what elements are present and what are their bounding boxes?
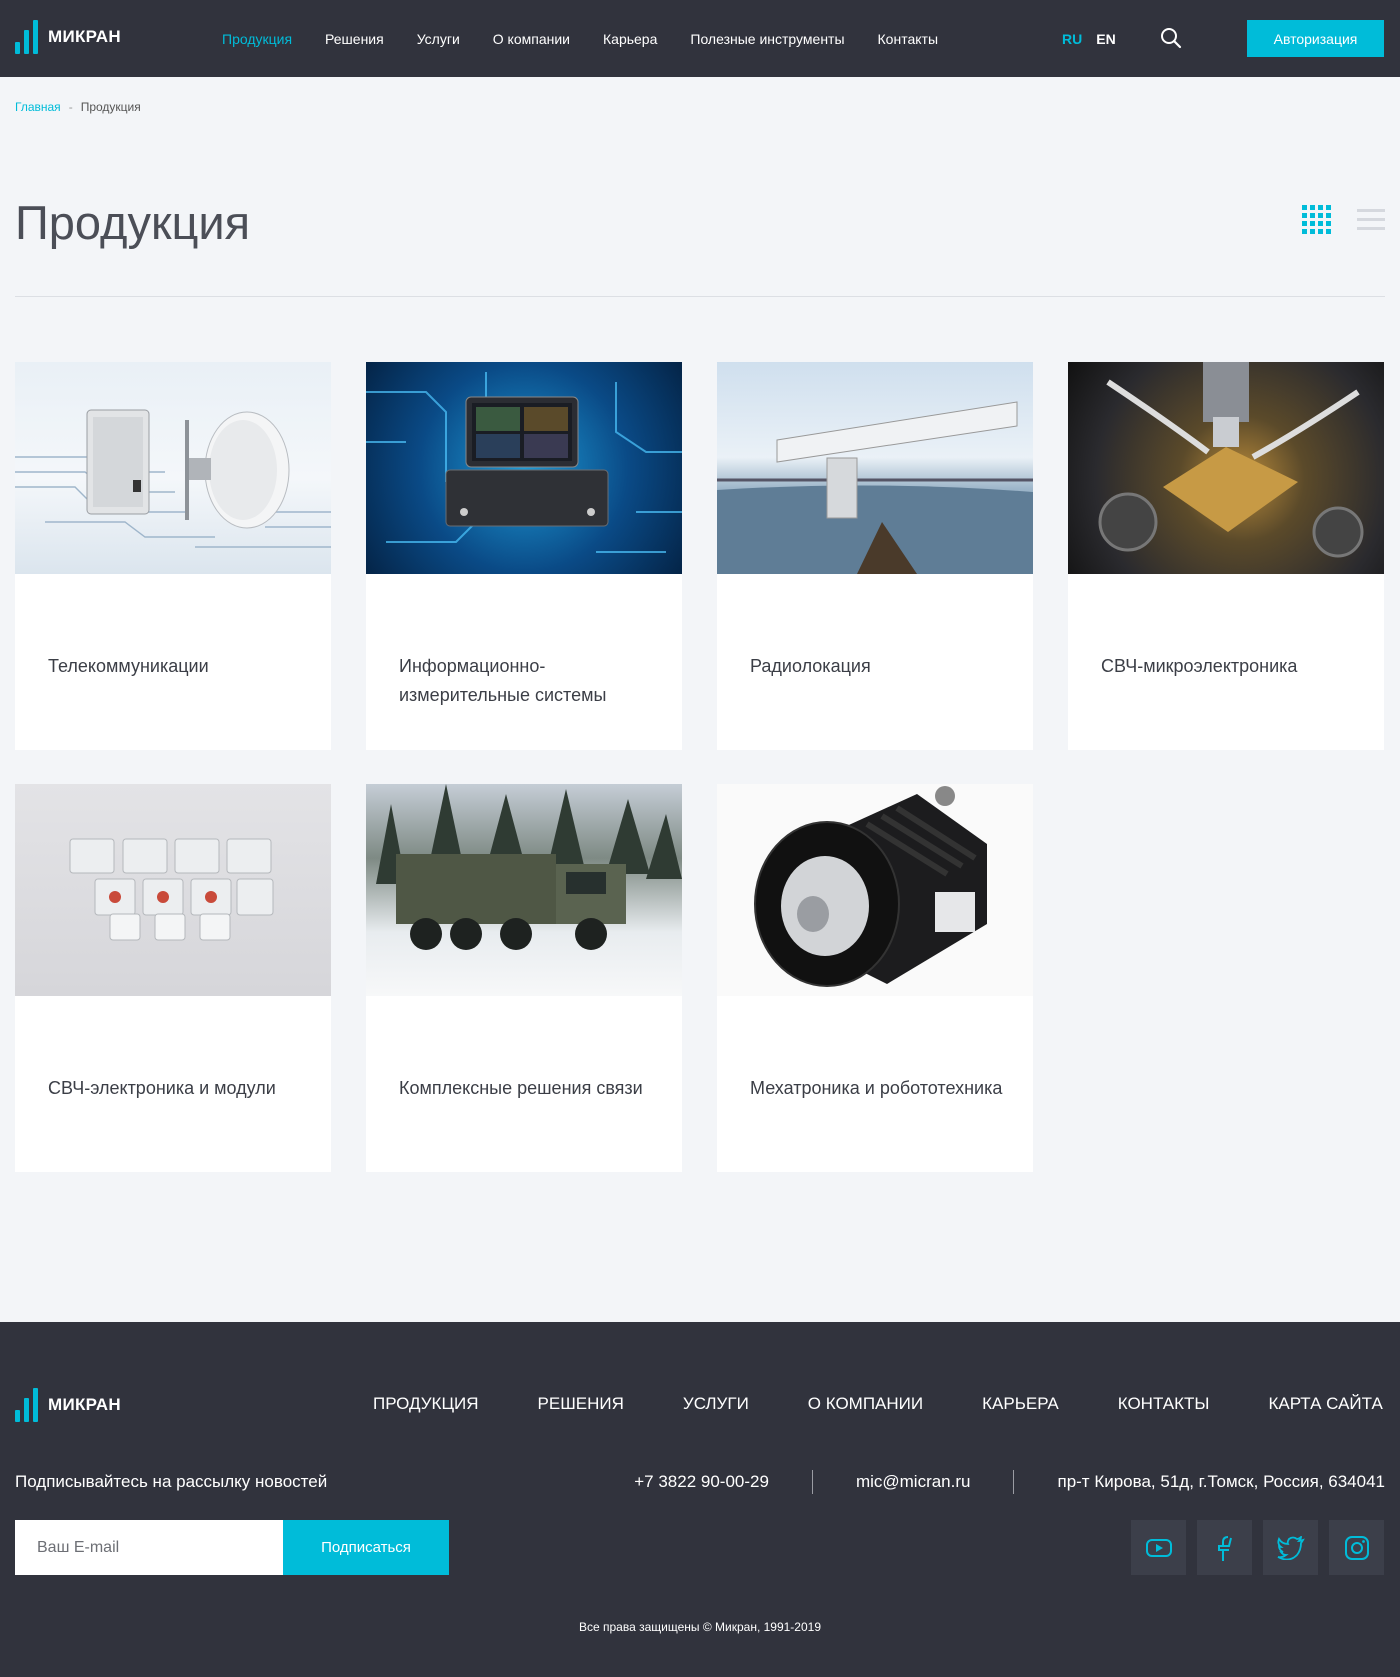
contact-separator xyxy=(811,1470,813,1494)
footer-nav-products[interactable]: ПРОДУКЦИЯ xyxy=(373,1394,479,1414)
newsletter-email-input[interactable] xyxy=(15,1520,283,1575)
nav-item-career[interactable]: Карьера xyxy=(603,31,657,47)
nav-item-services[interactable]: Услуги xyxy=(417,31,460,47)
footer-contacts: +7 3822 90-00-29 mic@micran.ru пр-т Киро… xyxy=(634,1460,1385,1504)
main-nav: Продукция Решения Услуги О компании Карь… xyxy=(222,0,971,77)
product-label: Мехатроника и робототехника xyxy=(750,1078,1003,1098)
instagram-button[interactable] xyxy=(1329,1520,1384,1575)
product-label: Радиолокация xyxy=(750,656,871,676)
logo[interactable]: МИКРАН xyxy=(15,20,121,54)
product-label: СВЧ-микроэлектроника xyxy=(1101,656,1298,676)
footer-logo[interactable]: МИКРАН xyxy=(15,1388,121,1422)
product-card-measurement[interactable]: Информационно-измерительные системы xyxy=(366,362,682,750)
divider xyxy=(15,296,1385,297)
nav-item-contacts[interactable]: Контакты xyxy=(878,31,938,47)
subscribe-text: Подписывайтесь на рассылку новостей xyxy=(15,1472,328,1491)
page-title: Продукция xyxy=(15,196,251,249)
site-footer: МИКРАН ПРОДУКЦИЯ РЕШЕНИЯ УСЛУГИ О КОМПАН… xyxy=(0,1322,1400,1677)
footer-nav-sitemap[interactable]: КАРТА САЙТА xyxy=(1268,1394,1382,1414)
product-label: Комплексные решения связи xyxy=(399,1078,643,1098)
footer-nav: ПРОДУКЦИЯ РЕШЕНИЯ УСЛУГИ О КОМПАНИИ КАРЬ… xyxy=(373,1394,1383,1414)
footer-logo-text: МИКРАН xyxy=(48,1395,121,1414)
contact-separator xyxy=(1013,1470,1015,1494)
product-image-radar xyxy=(717,362,1033,574)
nav-item-solutions[interactable]: Решения xyxy=(325,31,384,47)
lang-ru[interactable]: RU xyxy=(1062,31,1082,47)
copyright: Все права защищены © Микран, 1991-2019 xyxy=(578,1620,821,1634)
twitter-icon xyxy=(1276,1535,1305,1560)
facebook-icon xyxy=(1217,1535,1232,1561)
product-image-communication xyxy=(366,784,682,996)
footer-email[interactable]: mic@micran.ru xyxy=(856,1472,971,1492)
product-label: СВЧ-электроника и модули xyxy=(48,1078,276,1098)
subscribe-button[interactable]: Подписаться xyxy=(283,1520,449,1575)
logo-icon xyxy=(15,20,38,54)
product-label: Информационно-измерительные системы xyxy=(399,656,607,705)
logo-text: МИКРАН xyxy=(48,27,121,46)
nav-item-about[interactable]: О компании xyxy=(493,31,570,47)
lang-en[interactable]: EN xyxy=(1096,31,1115,47)
breadcrumb-current: Продукция xyxy=(80,100,141,114)
product-image-microelectronics xyxy=(1068,362,1384,574)
footer-nav-contacts[interactable]: КОНТАКТЫ xyxy=(1118,1394,1210,1414)
product-card-microelectronics[interactable]: СВЧ-микроэлектроника xyxy=(1068,362,1384,750)
nav-item-tools[interactable]: Полезные инструменты xyxy=(690,31,844,47)
logo-icon xyxy=(15,1388,38,1422)
footer-nav-about[interactable]: О КОМПАНИИ xyxy=(808,1394,923,1414)
product-image-modules xyxy=(15,784,331,996)
breadcrumb-home[interactable]: Главная xyxy=(15,100,61,114)
product-card-communication[interactable]: Комплексные решения связи xyxy=(366,784,682,1172)
product-image-telecom xyxy=(15,362,331,574)
list-view-icon[interactable] xyxy=(1357,209,1385,231)
product-label: Телекоммуникации xyxy=(48,656,209,676)
product-card-mechatronics[interactable]: Мехатроника и робототехника xyxy=(717,784,1033,1172)
grid-view-icon[interactable] xyxy=(1302,205,1331,234)
footer-nav-services[interactable]: УСЛУГИ xyxy=(683,1394,749,1414)
footer-nav-career[interactable]: КАРЬЕРА xyxy=(982,1394,1059,1414)
footer-phone[interactable]: +7 3822 90-00-29 xyxy=(634,1472,769,1492)
twitter-button[interactable] xyxy=(1263,1520,1318,1575)
instagram-icon xyxy=(1344,1535,1369,1560)
nav-item-products[interactable]: Продукция xyxy=(222,31,292,47)
youtube-icon xyxy=(1145,1538,1172,1557)
language-switcher: RU EN xyxy=(1062,0,1116,77)
youtube-button[interactable] xyxy=(1131,1520,1186,1575)
product-card-modules[interactable]: СВЧ-электроника и модули xyxy=(15,784,331,1172)
breadcrumb: Главная - Продукция xyxy=(15,100,141,114)
product-card-radar[interactable]: Радиолокация xyxy=(717,362,1033,750)
login-button[interactable]: Авторизация xyxy=(1247,20,1384,57)
product-image-mechatronics xyxy=(717,784,1033,996)
facebook-button[interactable] xyxy=(1197,1520,1252,1575)
breadcrumb-separator: - xyxy=(68,100,73,114)
product-card-telecom[interactable]: Телекоммуникации xyxy=(15,362,331,750)
search-icon[interactable] xyxy=(1160,27,1182,49)
product-image-measurement xyxy=(366,362,682,574)
footer-nav-solutions[interactable]: РЕШЕНИЯ xyxy=(538,1394,624,1414)
footer-address: пр-т Кирова, 51д, г.Томск, Россия, 63404… xyxy=(1057,1472,1385,1491)
site-header: МИКРАН Продукция Решения Услуги О компан… xyxy=(0,0,1400,77)
